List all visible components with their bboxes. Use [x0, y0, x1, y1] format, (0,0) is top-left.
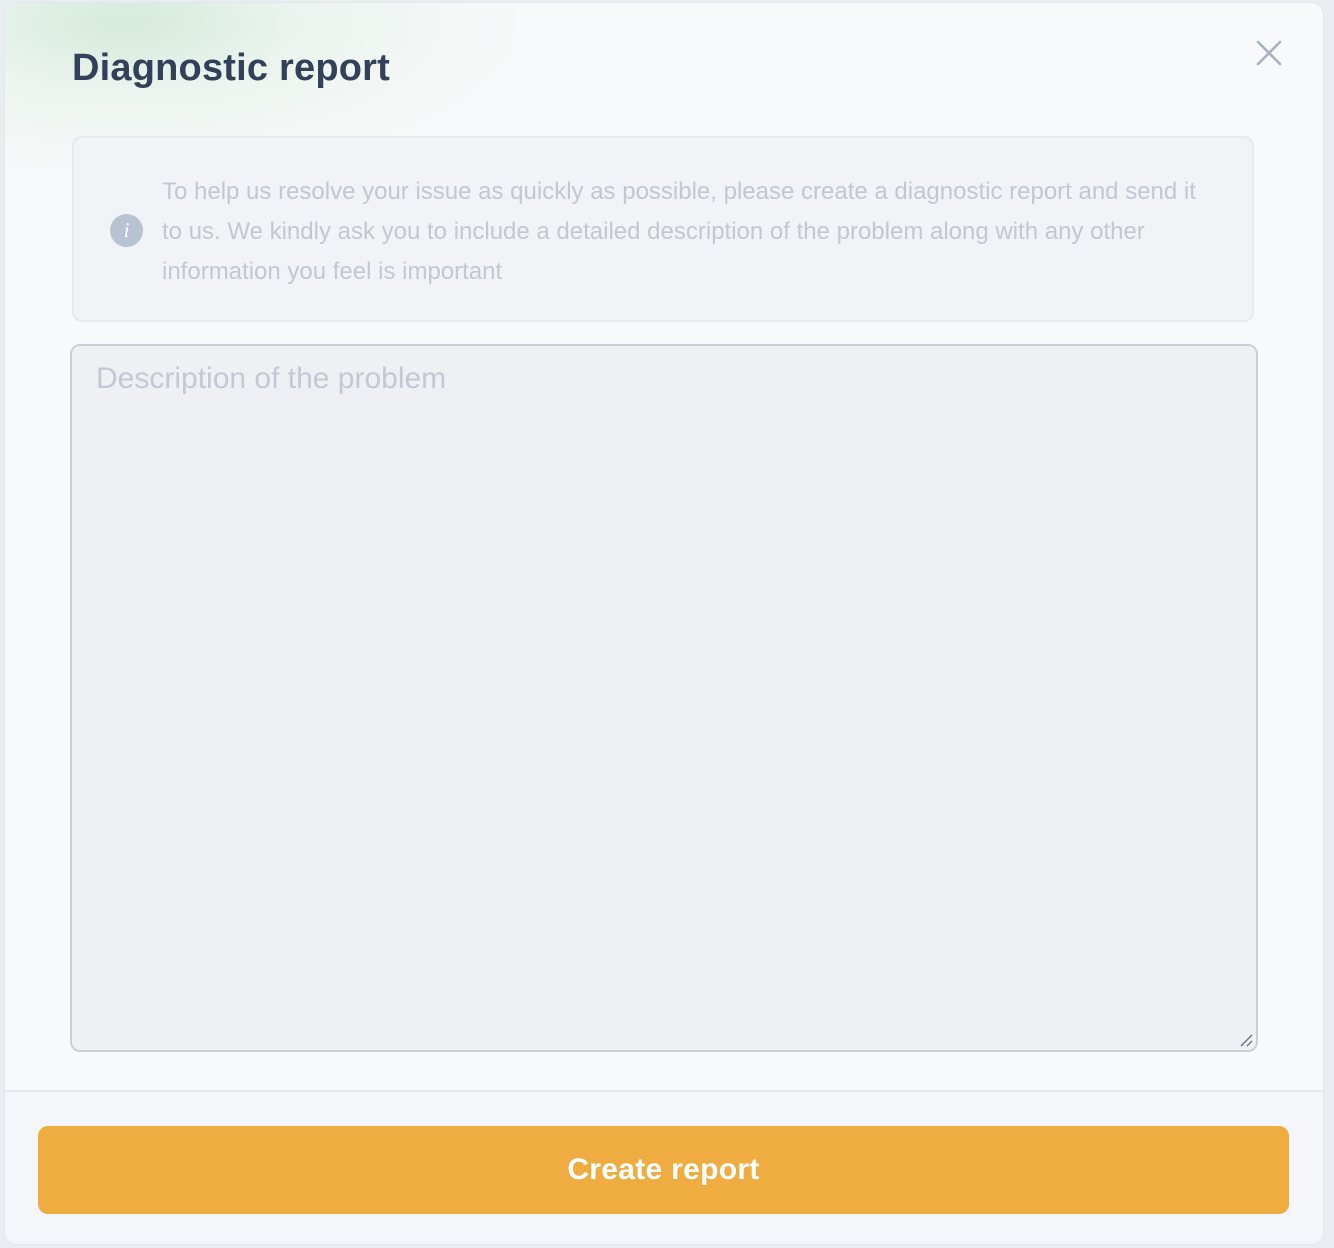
info-text: To help us resolve your issue as quickly… [162, 178, 1196, 285]
dialog-title: Diagnostic report [72, 47, 390, 89]
info-notice: i To help us resolve your issue as quick… [72, 136, 1254, 322]
info-icon-glyph: i [123, 218, 130, 242]
close-icon [1256, 40, 1282, 66]
resize-handle-icon[interactable] [1238, 1032, 1254, 1048]
description-textarea[interactable] [70, 344, 1258, 1052]
diagnostic-report-dialog: Diagnostic report i To help us resolve y… [5, 3, 1323, 1244]
info-icon: i [110, 214, 143, 247]
close-button[interactable] [1251, 35, 1287, 71]
description-field-wrapper [70, 344, 1258, 1052]
create-report-button[interactable]: Create report [38, 1126, 1289, 1214]
dialog-footer: Create report [5, 1090, 1323, 1244]
